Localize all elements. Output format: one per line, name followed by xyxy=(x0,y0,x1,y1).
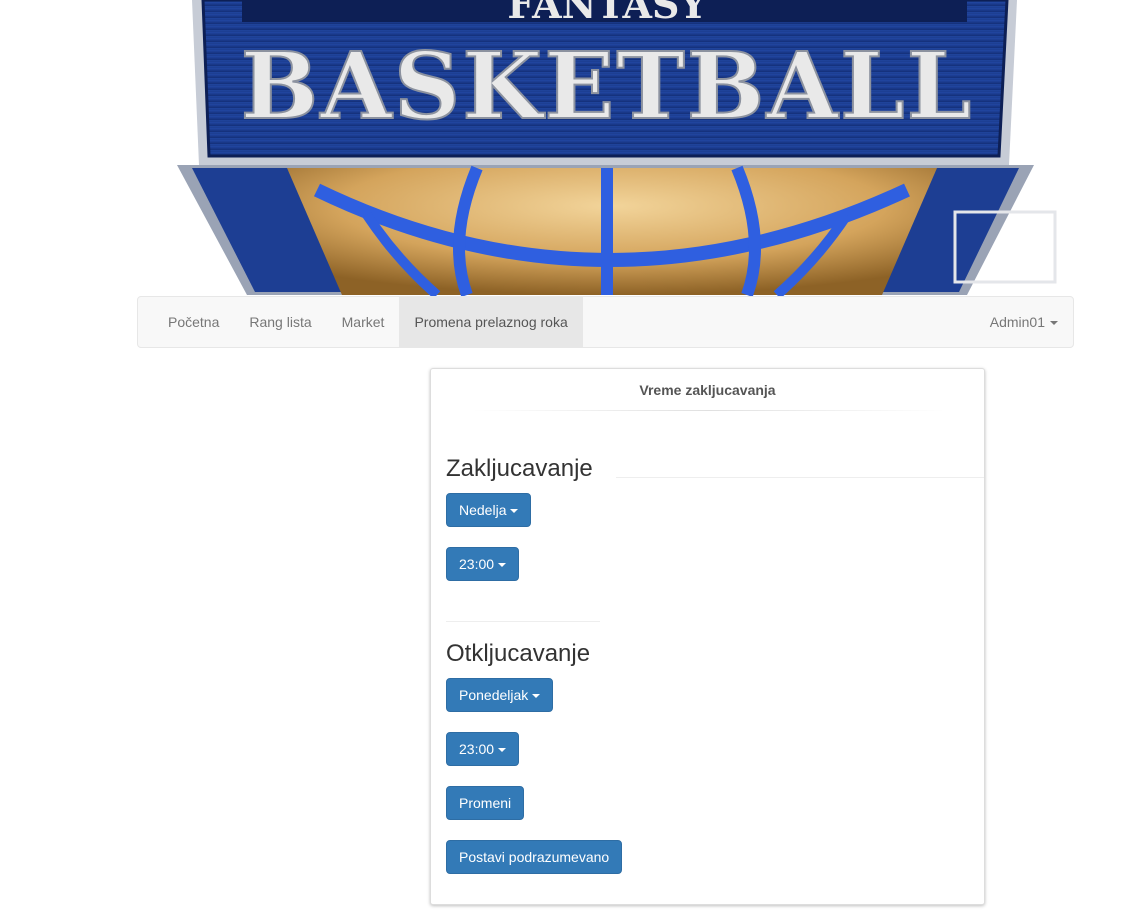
user-menu-dropdown[interactable]: Admin01 xyxy=(990,297,1058,347)
unlock-day-label: Ponedeljak xyxy=(459,687,529,703)
lock-day-dropdown[interactable]: Nedelja xyxy=(446,493,532,527)
lock-time-label: 23:00 xyxy=(459,556,495,572)
chevron-down-icon xyxy=(498,748,507,753)
nav-item-rang-lista[interactable]: Rang lista xyxy=(234,297,326,347)
lock-time-panel: Vreme zakljucavanja Zakljucavanje Nedelj… xyxy=(430,368,985,905)
unlock-heading: Otkljucavanje xyxy=(446,640,591,667)
nav-item-promena-prelaznog-roka[interactable]: Promena prelaznog roka xyxy=(399,297,583,347)
divider xyxy=(471,410,946,411)
unlock-day-dropdown[interactable]: Ponedeljak xyxy=(446,678,554,712)
unlock-time-label: 23:00 xyxy=(459,741,495,757)
divider xyxy=(446,621,600,622)
nav-menu: Početna Rang lista Market Promena prelaz… xyxy=(153,297,583,347)
unlock-time-dropdown[interactable]: 23:00 xyxy=(446,732,520,766)
reset-default-button[interactable]: Postavi podrazumevano xyxy=(446,840,623,874)
chevron-down-icon xyxy=(532,694,541,699)
nav-item-market[interactable]: Market xyxy=(327,297,400,347)
chevron-down-icon xyxy=(1050,321,1058,326)
logo-top-text: FANTASY xyxy=(507,0,707,27)
fantasy-basketball-banner: FANTASY BASKETBALL xyxy=(137,0,1074,296)
chevron-down-icon xyxy=(510,509,519,514)
lock-day-label: Nedelja xyxy=(459,502,507,518)
panel-title: Vreme zakljucavanja xyxy=(639,382,776,398)
change-button[interactable]: Promeni xyxy=(446,786,525,820)
lock-heading: Zakljucavanje xyxy=(446,455,593,482)
lock-time-dropdown[interactable]: 23:00 xyxy=(446,547,520,581)
fantasy-basketball-logo: FANTASY BASKETBALL xyxy=(177,0,1057,296)
chevron-down-icon xyxy=(498,563,507,568)
main-navbar: Početna Rang lista Market Promena prelaz… xyxy=(137,296,1074,348)
nav-item-pocetna[interactable]: Početna xyxy=(153,297,234,347)
user-menu-label: Admin01 xyxy=(989,314,1045,330)
divider xyxy=(616,477,984,478)
logo-main-text: BASKETBALL xyxy=(241,32,974,140)
